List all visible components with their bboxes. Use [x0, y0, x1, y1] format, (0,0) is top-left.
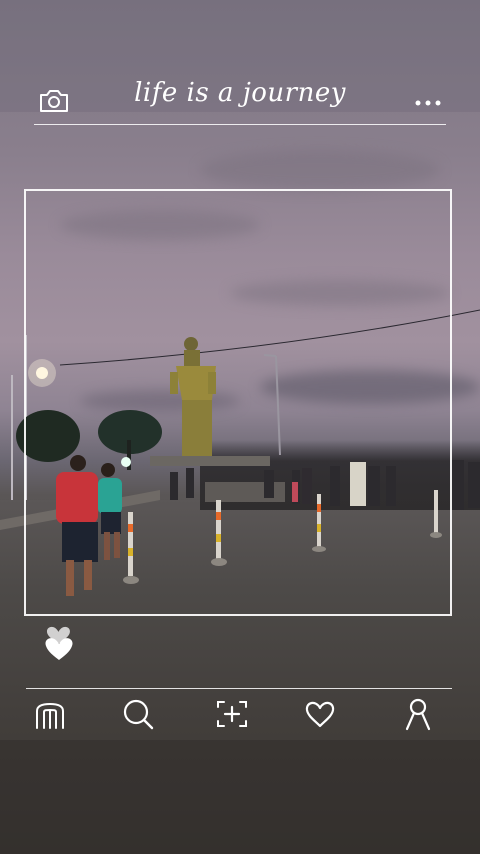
profile-icon: [405, 698, 431, 731]
home-icon: [36, 702, 64, 729]
app-header: life is a journey: [0, 76, 480, 126]
nav-likes[interactable]: [302, 696, 338, 732]
nav-home[interactable]: [32, 696, 68, 732]
app-screen: life is a journey: [0, 0, 480, 854]
heart-filled-icon: [45, 626, 73, 660]
like-button[interactable]: [42, 626, 76, 664]
nav-profile[interactable]: [400, 696, 436, 732]
heart-outline-icon: [305, 701, 335, 728]
bottom-navigation: [0, 696, 480, 736]
nav-divider: [26, 688, 452, 689]
nav-add[interactable]: [214, 696, 250, 732]
add-photo-icon: [217, 701, 247, 727]
nav-search[interactable]: [120, 696, 156, 732]
photo-frame[interactable]: [24, 189, 452, 616]
bottom-backdrop: [0, 740, 480, 854]
more-options-button[interactable]: [414, 94, 442, 106]
header-divider: [34, 124, 446, 125]
more-dots-icon: [415, 100, 441, 106]
app-title: life is a journey: [134, 78, 346, 108]
search-icon: [123, 699, 154, 730]
